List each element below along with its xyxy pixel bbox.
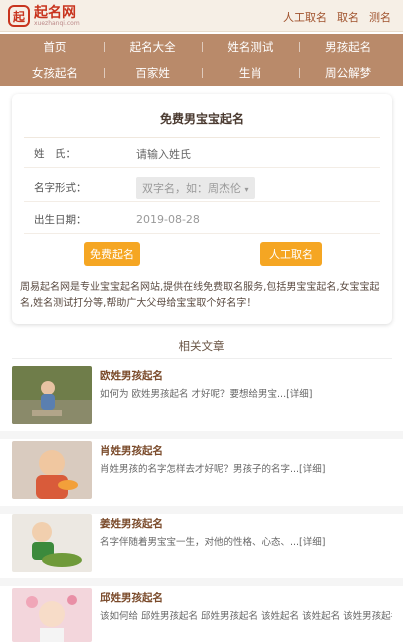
logo-name: 起名网 <box>34 4 76 21</box>
nav-row-1: 首页 起名大全 姓名测试 男孩起名 <box>6 34 397 60</box>
article-thumbnail[interactable] <box>12 588 92 642</box>
article-summary: 如何为 欧姓男孩起名 才好呢？要想给男宝...[详细] <box>100 389 313 400</box>
nav-item-dream[interactable]: 周公解梦 <box>299 65 397 81</box>
site-logo[interactable]: 起 起名网 xuezhanqi.com <box>8 5 80 27</box>
top-bar: 起 起名网 xuezhanqi.com 人工取名 取名 测名 <box>0 0 403 32</box>
article-thumbnail[interactable] <box>12 514 92 572</box>
list-item[interactable]: 肖姓男孩起名 肖姓男孩的名字怎样去才好呢？男孩子的名字...[详细] <box>12 441 392 503</box>
article-title[interactable]: 邱姓男孩起名 <box>100 590 163 605</box>
divider <box>12 358 392 359</box>
article-title[interactable]: 姜姓男孩起名 <box>100 516 163 531</box>
naming-form-card: 免费男宝宝起名 姓 氏： 请输入姓氏 名字形式： 双字名，如：周杰伦 ▾ 出生日… <box>12 94 392 324</box>
top-link-naming[interactable]: 取名 <box>337 9 359 25</box>
list-item[interactable]: 姜姓男孩起名 名字伴随着男宝宝一生，对他的性格、心态、...[详细] <box>12 514 392 576</box>
top-link-manual-naming[interactable]: 人工取名 <box>283 9 327 25</box>
birth-date-input[interactable]: 2019-08-28 <box>136 213 200 226</box>
nav-item-home[interactable]: 首页 <box>6 39 104 55</box>
nav-item-naming-collection[interactable]: 起名大全 <box>103 39 202 55</box>
article-summary: 名字伴随着男宝宝一生，对他的性格、心态、...[详细] <box>100 537 326 548</box>
related-articles-title: 相关文章 <box>178 339 225 353</box>
article-summary: 肖姓男孩的名字怎样去才好呢？男孩子的名字...[详细] <box>100 464 326 475</box>
nav-item-zodiac[interactable]: 生肖 <box>201 65 300 81</box>
logo-icon: 起 <box>8 5 30 27</box>
chevron-down-icon: ▾ <box>244 184 249 194</box>
nav-item-girl-naming[interactable]: 女孩起名 <box>6 65 104 81</box>
nav-item-name-test[interactable]: 姓名测试 <box>201 39 300 55</box>
surname-input[interactable]: 请输入姓氏 <box>136 146 191 162</box>
article-title[interactable]: 欧姓男孩起名 <box>100 368 163 383</box>
nav-item-boy-naming[interactable]: 男孩起名 <box>299 39 397 55</box>
surname-field: 姓 氏： 请输入姓氏 <box>24 140 380 168</box>
list-item[interactable]: 欧姓男孩起名 如何为 欧姓男孩起名 才好呢？要想给男宝...[详细] <box>12 366 392 428</box>
article-thumbnail[interactable] <box>12 441 92 499</box>
article-summary: 该如何给 邱姓男孩起名 邱姓男孩起名 该姓起名 该姓起名 该姓男孩起名 邱 <box>100 611 392 622</box>
nav-row-2: 女孩起名 百家姓 生肖 周公解梦 <box>6 60 397 86</box>
nav-item-surnames[interactable]: 百家姓 <box>103 65 202 81</box>
name-form-label: 名字形式： <box>34 182 87 194</box>
name-form-select[interactable]: 双字名，如：周杰伦 ▾ <box>136 176 255 199</box>
site-description: 周易起名网是专业宝宝起名网站,提供在线免费取名服务,包括男宝宝起名,女宝宝起名,… <box>20 282 380 309</box>
manual-naming-button[interactable]: 人工取名 <box>260 242 322 266</box>
surname-label: 姓 氏： <box>34 148 76 160</box>
top-link-name-test[interactable]: 测名 <box>369 9 391 25</box>
birth-date-field: 出生日期： 2019-08-28 <box>24 206 380 234</box>
name-form-field: 名字形式： 双字名，如：周杰伦 ▾ <box>24 174 380 202</box>
separator <box>0 431 403 439</box>
birth-date-label: 出生日期： <box>34 214 87 226</box>
free-naming-button[interactable]: 免费起名 <box>84 242 140 266</box>
list-item[interactable]: 邱姓男孩起名 该如何给 邱姓男孩起名 邱姓男孩起名 该姓起名 该姓起名 该姓男孩… <box>12 588 392 642</box>
article-thumbnail[interactable] <box>12 366 92 424</box>
form-title: 免费男宝宝起名 <box>159 112 244 126</box>
separator <box>0 578 403 586</box>
top-links: 人工取名 取名 测名 <box>283 9 391 25</box>
main-nav: 首页 起名大全 姓名测试 男孩起名 女孩起名 百家姓 生肖 周公解梦 <box>0 34 403 86</box>
divider <box>24 137 380 138</box>
separator <box>0 506 403 514</box>
logo-subtitle: xuezhanqi.com <box>34 19 80 27</box>
article-title[interactable]: 肖姓男孩起名 <box>100 443 163 458</box>
